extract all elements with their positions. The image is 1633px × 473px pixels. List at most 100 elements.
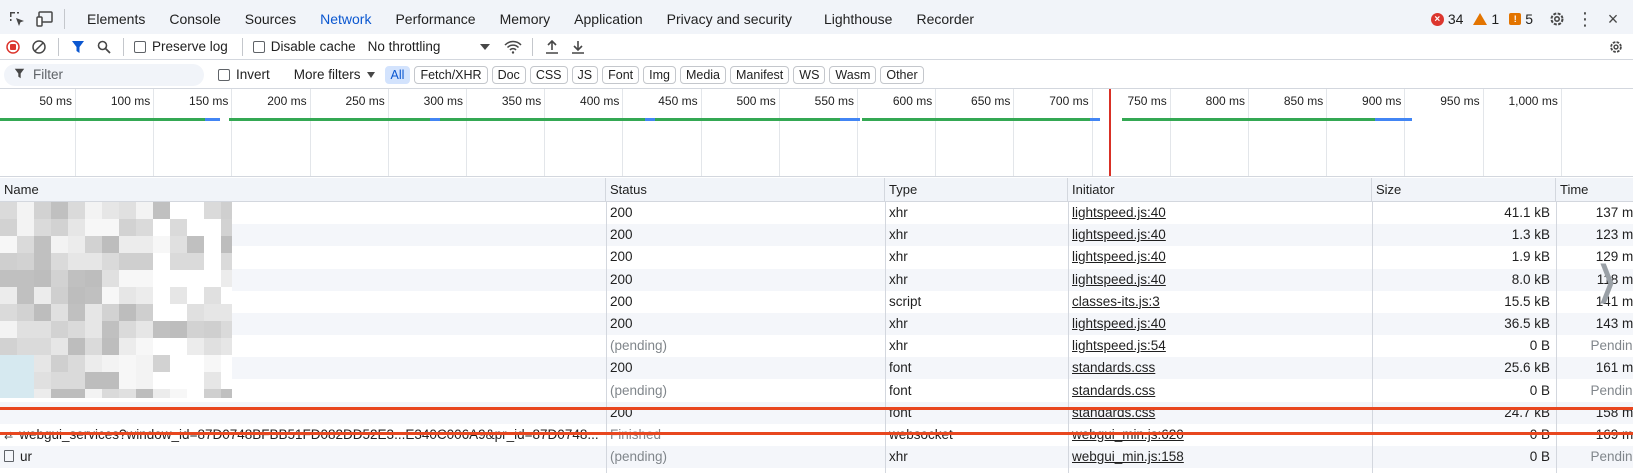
filter-chip-wasm[interactable]: Wasm <box>829 65 877 84</box>
tab-sources[interactable]: Sources <box>233 0 308 38</box>
network-settings-gear-icon[interactable] <box>1603 35 1629 59</box>
tab-privacy-and-security[interactable]: Privacy and security <box>655 0 804 38</box>
column-header-name[interactable]: Name <box>0 178 606 202</box>
requests-table: Name Status Type Initiator Size Time 200 xhr li… <box>0 178 1633 473</box>
table-row[interactable]: (pending) xhr lightspeed.js:54 0 B Pending <box>0 335 1633 357</box>
timeline-tick-label: 350 ms <box>501 94 542 108</box>
cell-initiator[interactable]: lightspeed.js:40 <box>1068 246 1372 268</box>
disable-cache-checkbox[interactable]: Disable cache <box>252 39 356 54</box>
cell-initiator[interactable]: lightspeed.js:40 <box>1068 202 1372 224</box>
column-header-status[interactable]: Status <box>606 178 885 202</box>
table-row[interactable]: 200 font standards.css 24.7 kB 158 ms <box>0 401 1633 424</box>
table-row[interactable]: 200 xhr lightspeed.js:40 8.0 kB 118 ms <box>0 268 1633 291</box>
cell-size: 1.9 kB <box>1511 249 1550 265</box>
search-icon[interactable] <box>91 35 117 59</box>
filter-chip-ws[interactable]: WS <box>793 65 826 84</box>
cell-initiator[interactable]: classes-its.js:3 <box>1068 291 1372 313</box>
select-element-icon[interactable] <box>6 8 28 30</box>
timeline-tick-label: 900 ms <box>1362 94 1402 108</box>
tab-elements[interactable]: Elements <box>75 0 157 38</box>
table-row[interactable]: ur (pending) xhr webgui_min.js:158 0 B Pendin… <box>0 446 1633 469</box>
tab-lighthouse[interactable]: Lighthouse <box>812 0 905 38</box>
redaction-pixel <box>221 372 232 389</box>
redaction-pixel <box>68 321 85 338</box>
filter-toggle-icon[interactable] <box>65 35 91 59</box>
column-divider[interactable] <box>1068 202 1069 473</box>
checkbox-box[interactable] <box>218 68 230 81</box>
filter-icon <box>14 67 25 82</box>
table-row[interactable]: 200 xhr lightspeed.js:40 1.9 kB 129 ms <box>0 246 1633 268</box>
cell-initiator[interactable]: lightspeed.js:54 <box>1068 335 1372 357</box>
redaction-pixel <box>153 372 170 389</box>
timeline-tick-label: 400 ms <box>580 94 620 108</box>
column-header-size[interactable]: Size <box>1372 178 1556 202</box>
checkbox-box[interactable] <box>134 40 146 53</box>
throttling-select[interactable]: No throttling <box>368 39 491 54</box>
table-row[interactable]: ⇄ webgui_services?window_id=87D0748BFBB51… <box>0 424 1633 446</box>
redaction-pixel <box>68 355 85 372</box>
column-header-time[interactable]: Time <box>1556 178 1633 202</box>
filter-chip-all[interactable]: All <box>384 65 411 84</box>
column-divider[interactable] <box>1556 202 1557 473</box>
column-divider[interactable] <box>1372 202 1373 473</box>
cell-initiator[interactable]: webgui_min.js:158 <box>1068 446 1372 468</box>
filter-input[interactable]: Filter <box>4 63 204 86</box>
cell-initiator[interactable]: webgui_min.js:620 <box>1068 424 1372 446</box>
table-row[interactable]: 200 xhr lightspeed.js:40 36.5 kB 143 ms <box>0 313 1633 335</box>
table-row[interactable]: (pending) font standards.css 0 B Pending <box>0 380 1633 402</box>
device-toolbar-icon[interactable] <box>34 8 56 30</box>
column-divider[interactable] <box>606 202 607 473</box>
tab-console[interactable]: Console <box>157 0 232 38</box>
chevron-right-icon[interactable]: ❯ <box>1597 258 1617 304</box>
tab-network[interactable]: Network <box>308 0 384 38</box>
table-row[interactable]: 200 font standards.css 25.6 kB 161 ms <box>0 357 1633 380</box>
table-row[interactable]: 200 xhr lightspeed.js:40 1.3 kB 123 ms <box>0 224 1633 247</box>
tab-recorder[interactable]: Recorder <box>904 0 986 38</box>
table-row[interactable]: 200 xhr lightspeed.js:40 41.1 kB 137 ms <box>0 202 1633 224</box>
filter-chip-js[interactable]: JS <box>571 65 599 84</box>
invert-checkbox[interactable]: Invert <box>218 67 270 82</box>
import-har-icon[interactable] <box>539 35 565 59</box>
cell-type: xhr <box>889 338 908 354</box>
redaction-pixel <box>187 304 204 321</box>
cell-initiator[interactable]: standards.css <box>1068 357 1372 379</box>
tab-performance[interactable]: Performance <box>383 0 487 38</box>
filter-chip-doc[interactable]: Doc <box>491 65 526 84</box>
filter-chip-css[interactable]: CSS <box>529 65 568 84</box>
error-counter[interactable]: × 34 <box>1430 11 1463 27</box>
more-options-icon[interactable]: ⋮ <box>1571 9 1599 30</box>
filter-chip-img[interactable]: Img <box>643 65 676 84</box>
filter-chip-manifest[interactable]: Manifest <box>730 65 790 84</box>
timeline-gridline <box>778 89 780 176</box>
table-row[interactable]: 200 script classes-its.js:3 15.5 kB 141 ms <box>0 291 1633 313</box>
column-divider[interactable] <box>885 202 886 473</box>
tab-application[interactable]: Application <box>562 0 655 38</box>
cell-initiator[interactable]: standards.css <box>1068 402 1372 424</box>
column-header-initiator[interactable]: Initiator <box>1068 178 1372 202</box>
issues-counter[interactable]: ! 5 <box>1509 11 1533 27</box>
close-devtools-icon[interactable]: × <box>1599 9 1627 30</box>
cell-initiator[interactable]: lightspeed.js:40 <box>1068 224 1372 246</box>
filter-chip-media[interactable]: Media <box>679 65 727 84</box>
cell-initiator[interactable]: lightspeed.js:40 <box>1068 313 1372 335</box>
redaction-pixel <box>187 321 204 338</box>
network-conditions-icon[interactable] <box>500 35 526 59</box>
more-filters-dropdown[interactable]: More filters <box>294 67 375 82</box>
redaction-pixel <box>187 219 204 236</box>
redaction-pixel <box>0 287 17 304</box>
checkbox-box[interactable] <box>252 40 265 53</box>
clear-icon[interactable] <box>26 35 52 59</box>
export-har-icon[interactable] <box>565 35 591 59</box>
column-header-type[interactable]: Type <box>885 178 1068 202</box>
filter-chip-other[interactable]: Other <box>880 65 924 84</box>
stop-recording-icon[interactable] <box>0 35 26 59</box>
filter-chip-font[interactable]: Font <box>602 65 640 84</box>
filter-chip-fetch-xhr[interactable]: Fetch/XHR <box>414 65 488 84</box>
tab-memory[interactable]: Memory <box>488 0 563 38</box>
cell-initiator[interactable]: standards.css <box>1068 380 1372 402</box>
preserve-log-checkbox[interactable]: Preserve log <box>134 39 228 54</box>
settings-gear-icon[interactable] <box>1543 10 1571 28</box>
timeline-overview[interactable]: 50 ms 100 ms 150 ms 200 ms 250 ms 300 ms 350 m… <box>0 89 1633 177</box>
cell-initiator[interactable]: lightspeed.js:40 <box>1068 269 1372 291</box>
warning-counter[interactable]: 1 <box>1473 11 1499 27</box>
